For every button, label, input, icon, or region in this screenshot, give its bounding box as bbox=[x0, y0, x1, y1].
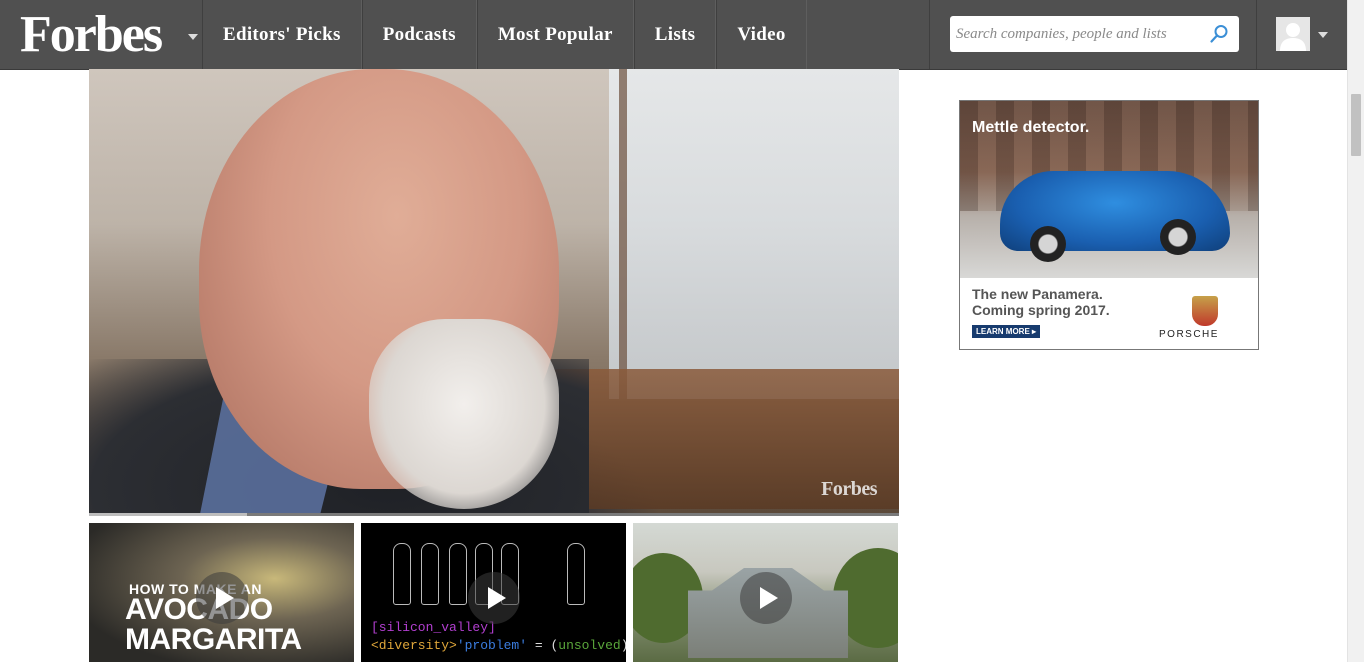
search-icon[interactable] bbox=[1209, 24, 1229, 44]
thumbnail-code-line-2: <diversity>'problem' = (unsolved); bbox=[371, 638, 626, 653]
video-watermark: Forbes bbox=[821, 478, 877, 500]
ad-brand: PORSCHE bbox=[1159, 329, 1219, 340]
silhouette-figure bbox=[449, 543, 467, 605]
user-divider bbox=[1256, 0, 1257, 69]
forbes-logo[interactable]: Forbes bbox=[20, 6, 163, 64]
page-scrollbar[interactable] bbox=[1347, 0, 1364, 662]
silhouette-figure bbox=[421, 543, 439, 605]
ad-headline: Mettle detector. bbox=[972, 119, 1090, 136]
ad-car-wheel bbox=[1160, 219, 1196, 255]
ad-copy: The new Panamera. Coming spring 2017. bbox=[972, 286, 1110, 318]
video-thumbnail-silicon-valley[interactable]: [silicon_valley] <diversity>'problem' = … bbox=[361, 523, 626, 662]
avatar[interactable] bbox=[1276, 17, 1310, 51]
video-thumbnail-mansion[interactable] bbox=[633, 523, 898, 662]
video-frame-mast bbox=[619, 69, 627, 399]
thumbnail-code-line-1: [silicon_valley] bbox=[371, 620, 496, 635]
code-string: 'problem' bbox=[456, 638, 528, 653]
nav-lists[interactable]: Lists bbox=[633, 0, 717, 69]
nav-editors-picks[interactable]: Editors' Picks bbox=[202, 0, 362, 69]
search-input[interactable] bbox=[950, 16, 1205, 52]
video-thumbnail-avocado-margarita[interactable]: HOW TO MAKE AN AVOCADO MARGARITA bbox=[89, 523, 354, 662]
user-menu-caret-icon[interactable] bbox=[1318, 32, 1328, 38]
silhouette-figure bbox=[393, 543, 411, 605]
top-navigation-bar: Forbes Editors' Picks Podcasts Most Popu… bbox=[0, 0, 1347, 70]
code-tag: <diversity> bbox=[371, 638, 457, 653]
video-progress-fill bbox=[89, 513, 247, 516]
play-icon[interactable] bbox=[195, 572, 248, 624]
code-equals: = ( bbox=[527, 638, 559, 653]
ad-photo: Mettle detector. bbox=[960, 101, 1258, 278]
video-player[interactable]: Forbes bbox=[89, 69, 899, 513]
play-icon[interactable] bbox=[739, 572, 792, 624]
code-value: unsolved bbox=[558, 638, 621, 653]
nav-most-popular[interactable]: Most Popular bbox=[476, 0, 634, 69]
nav-video[interactable]: Video bbox=[716, 0, 807, 69]
advertisement[interactable]: Mettle detector. The new Panamera. Comin… bbox=[959, 100, 1259, 350]
silhouette-figure bbox=[567, 543, 585, 605]
ad-copy-line-2: Coming spring 2017. bbox=[972, 302, 1110, 318]
nav-podcasts[interactable]: Podcasts bbox=[361, 0, 477, 69]
code-end: ); bbox=[621, 638, 626, 653]
porsche-crest-icon bbox=[1192, 296, 1218, 326]
ad-learn-more-button[interactable]: LEARN MORE ▸ bbox=[972, 325, 1041, 338]
search-box bbox=[950, 16, 1239, 52]
logo-menu-caret-icon[interactable] bbox=[188, 34, 198, 40]
video-frame-beard bbox=[369, 319, 559, 509]
main-nav: Editors' Picks Podcasts Most Popular Lis… bbox=[202, 0, 807, 69]
nav-divider bbox=[929, 0, 930, 69]
video-progress-bar[interactable] bbox=[89, 513, 899, 516]
video-frame-sail bbox=[609, 69, 899, 399]
ad-copy-line-1: The new Panamera. bbox=[972, 286, 1103, 302]
play-icon[interactable] bbox=[467, 572, 520, 624]
ad-car-wheel bbox=[1030, 226, 1066, 262]
scrollbar-thumb[interactable] bbox=[1351, 94, 1361, 156]
user-silhouette-icon bbox=[1276, 17, 1310, 51]
